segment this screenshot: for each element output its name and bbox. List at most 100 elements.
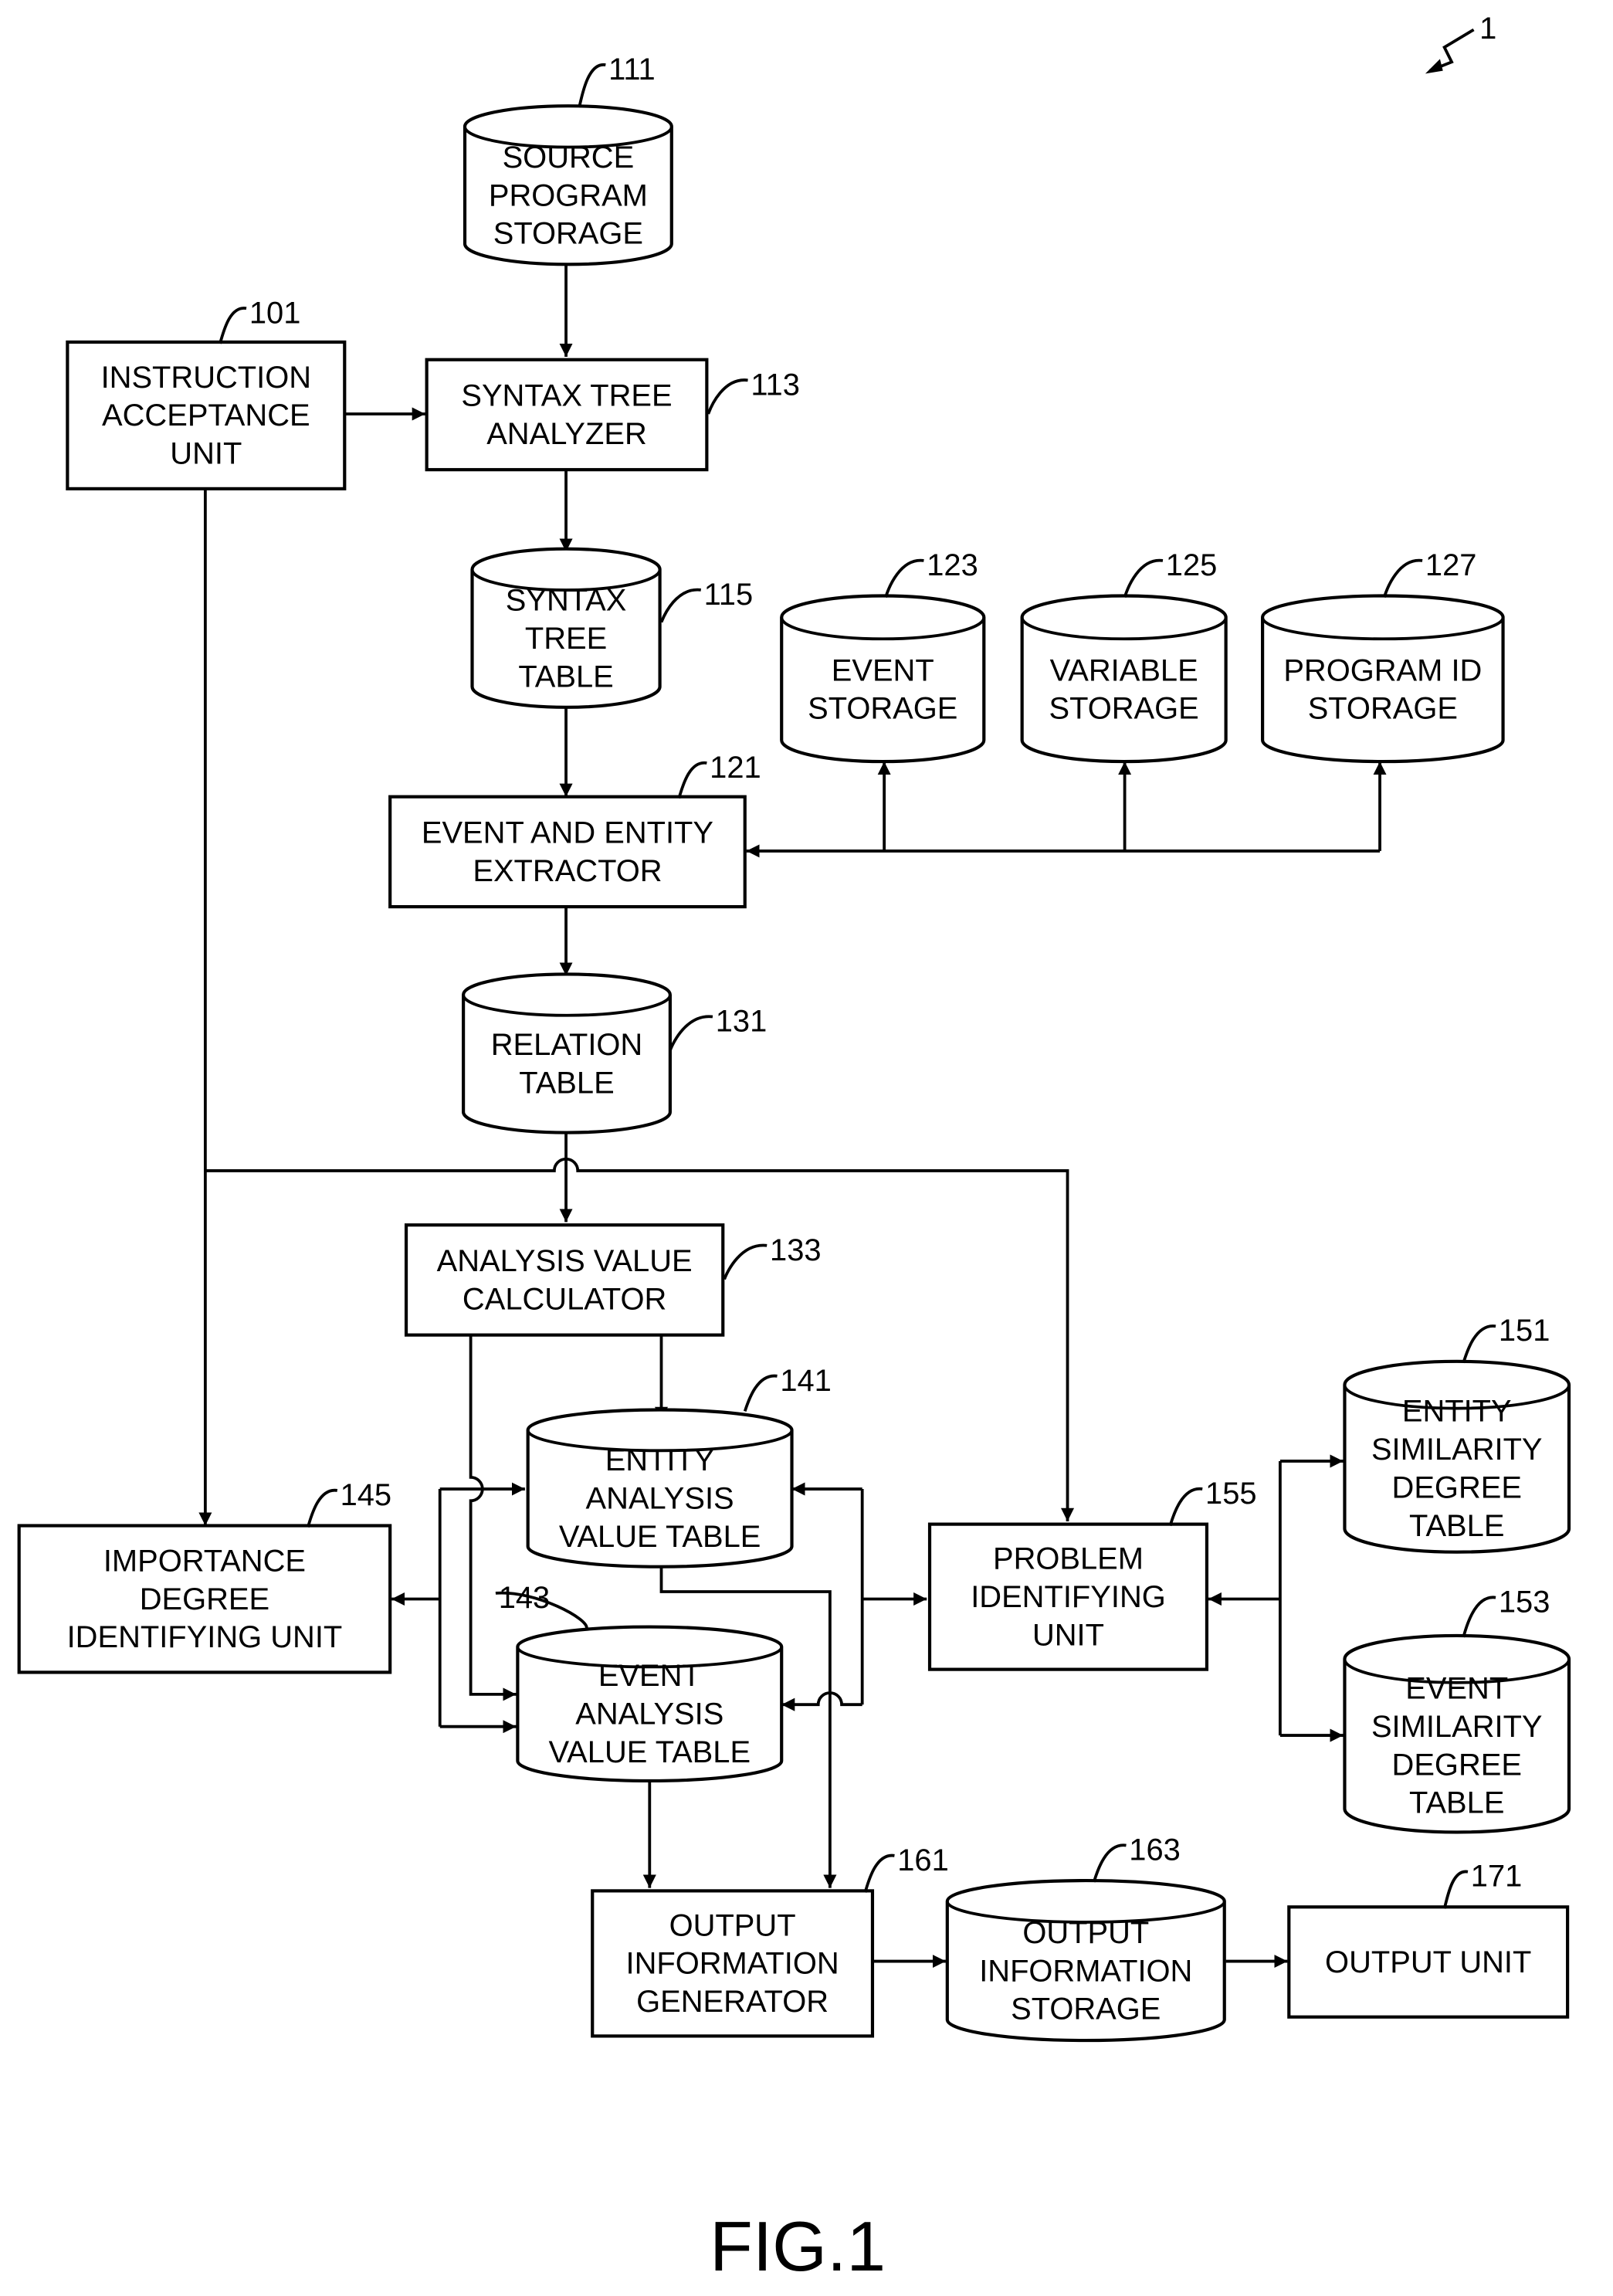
node-event-analysis-value-table: EVENT ANALYSIS VALUE TABLE 143 — [495, 1581, 784, 1783]
box-shape — [425, 358, 709, 472]
node-output-unit: OUTPUT UNIT 171 — [1287, 1860, 1570, 2019]
node-label-line: SIMILARITY — [1371, 1710, 1543, 1744]
node-label-line: ENTITY — [1402, 1395, 1512, 1429]
ref-numeral: 145 — [341, 1478, 392, 1512]
node-label-line: OUTPUT UNIT — [1325, 1945, 1531, 1979]
edge-calculator-to-event-table — [469, 1335, 517, 1701]
node-label-line: ANALYZER — [486, 417, 647, 451]
node-program-id-storage: PROGRAM ID STORAGE 127 — [1261, 548, 1505, 764]
ref-numeral: 121 — [710, 751, 761, 785]
node-label-line: RELATION — [491, 1028, 642, 1062]
node-label-line: CALCULATOR — [463, 1282, 666, 1316]
ref-leader-line — [707, 378, 748, 415]
node-label-line: TABLE — [1409, 1786, 1504, 1820]
node-label-line: OUTPUT — [1022, 1916, 1149, 1950]
node-variable-storage: VARIABLE STORAGE 125 — [1020, 548, 1228, 764]
ref-leader-line — [677, 761, 707, 799]
ref-numeral: 151 — [1499, 1314, 1550, 1348]
node-event-similarity-degree-table: EVENT SIMILARITY DEGREE TABLE 153 — [1343, 1585, 1571, 1834]
system-ref-arrowhead — [1425, 59, 1443, 74]
node-label-line: IMPORTANCE — [103, 1544, 306, 1578]
node-label-line: TREE — [525, 622, 607, 656]
node-label-line: SIMILARITY — [1371, 1433, 1543, 1467]
ref-leader-line — [1462, 1596, 1496, 1638]
ref-leader-line — [1168, 1487, 1203, 1527]
node-label-line: GENERATOR — [636, 1985, 829, 2019]
node-label-line: STORAGE — [1011, 1992, 1161, 2026]
node-label-line: INFORMATION — [626, 1947, 839, 1981]
node-syntax-tree-table: SYNTAX TREE TABLE 115 — [470, 547, 754, 709]
node-syntax-tree-analyzer: SYNTAX TREE ANALYZER 113 — [425, 358, 800, 472]
ref-leader-line — [669, 1015, 713, 1051]
node-label-line: UNIT — [1032, 1618, 1104, 1652]
ref-numeral: 133 — [770, 1233, 822, 1267]
node-label-line: PROGRAM — [489, 178, 648, 212]
ref-leader-line — [1092, 1843, 1127, 1883]
ref-leader-line — [1382, 559, 1423, 598]
ref-numeral: 161 — [897, 1843, 949, 1877]
node-label-line: INFORMATION — [979, 1954, 1192, 1988]
ref-leader-line — [659, 588, 701, 623]
ref-numeral: 171 — [1471, 1860, 1523, 1894]
ref-leader-line — [306, 1489, 338, 1528]
node-relation-table: RELATION TABLE 131 — [462, 972, 768, 1134]
node-label-line: SOURCE — [503, 141, 635, 175]
ref-numeral: 125 — [1166, 548, 1218, 582]
node-label-line: SYNTAX — [506, 584, 627, 618]
node-label-line: IDENTIFYING — [971, 1580, 1166, 1614]
ref-leader-line — [1462, 1324, 1496, 1364]
node-label-line: EXTRACTOR — [473, 854, 662, 888]
ref-numeral: 101 — [249, 296, 301, 330]
edge-problem-to-event-table — [781, 1691, 862, 1711]
ref-numeral: 123 — [927, 548, 978, 582]
node-label-line: PROGRAM ID — [1283, 653, 1482, 687]
node-label-line: VARIABLE — [1050, 653, 1198, 687]
ref-numeral: 141 — [780, 1364, 832, 1398]
node-label-line: STORAGE — [1308, 692, 1458, 726]
ref-numeral: 155 — [1205, 1477, 1257, 1511]
node-instruction-acceptance-unit: INSTRUCTIONACCEPTANCE UNIT 101 — [66, 296, 347, 490]
ref-leader-line — [863, 1853, 895, 1893]
ref-leader-line — [743, 1374, 778, 1412]
node-label-line: VALUE TABLE — [549, 1735, 751, 1769]
ref-numeral: 131 — [716, 1005, 768, 1039]
box-shape — [388, 795, 747, 909]
box-shape — [404, 1223, 725, 1337]
ref-numeral: 153 — [1499, 1585, 1550, 1619]
ref-numeral: 115 — [704, 578, 754, 612]
node-label-line: UNIT — [170, 437, 242, 471]
node-label-line: STORAGE — [493, 217, 643, 251]
node-label-line: INSTRUCTION — [101, 361, 311, 395]
nodes: SOURCEPROGRAM STORAGE 111 INSTRUCTIONACCEPT… — [17, 53, 1571, 2043]
ref-leader-line — [884, 559, 924, 598]
node-label-line: ANALYSIS — [575, 1697, 723, 1731]
system-ref-number: 1 — [1479, 12, 1496, 46]
figure-caption: FIG.1 — [710, 2207, 886, 2286]
ref-numeral: 143 — [499, 1581, 551, 1615]
ref-numeral: 127 — [1425, 548, 1477, 582]
node-label-line: IDENTIFYING UNIT — [67, 1620, 343, 1654]
block-diagram: SOURCEPROGRAM STORAGE 111 INSTRUCTIONACCEPT… — [17, 12, 1571, 2286]
ref-numeral: 113 — [751, 368, 800, 402]
node-entity-similarity-degree-table: ENTITY SIMILARITYDEGREE TABLE 151 — [1343, 1314, 1571, 1554]
node-label-line: ENTITY — [605, 1443, 715, 1477]
ref-numeral: 111 — [608, 53, 656, 86]
node-label-line: PROBLEM — [993, 1542, 1144, 1576]
node-label-line: TABLE — [1409, 1509, 1504, 1543]
connectors — [198, 264, 1387, 1969]
node-label-line: EVENT — [598, 1659, 701, 1693]
ref-leader-line — [723, 1243, 768, 1280]
node-label-line: TABLE — [519, 1066, 614, 1100]
node-label-line: DEGREE — [140, 1582, 269, 1616]
node-event-storage: EVENT STORAGE 123 — [780, 548, 986, 764]
node-label-line: STORAGE — [1049, 692, 1199, 726]
node-problem-identifying-unit: PROBLEM IDENTIFYING UNIT 155 — [927, 1477, 1257, 1671]
ref-leader-line — [219, 307, 247, 344]
system-ref: 1 — [1425, 12, 1496, 74]
node-analysis-value-calculator: ANALYSIS VALUE CALCULATOR 133 — [404, 1223, 822, 1337]
node-label-line: ANALYSIS VALUE — [437, 1244, 693, 1278]
ref-leader-line — [1442, 1870, 1469, 1909]
node-label-line: EVENT — [832, 653, 934, 687]
node-label-line: VALUE TABLE — [559, 1520, 761, 1554]
node-label-line: SYNTAX TREE — [461, 379, 672, 413]
